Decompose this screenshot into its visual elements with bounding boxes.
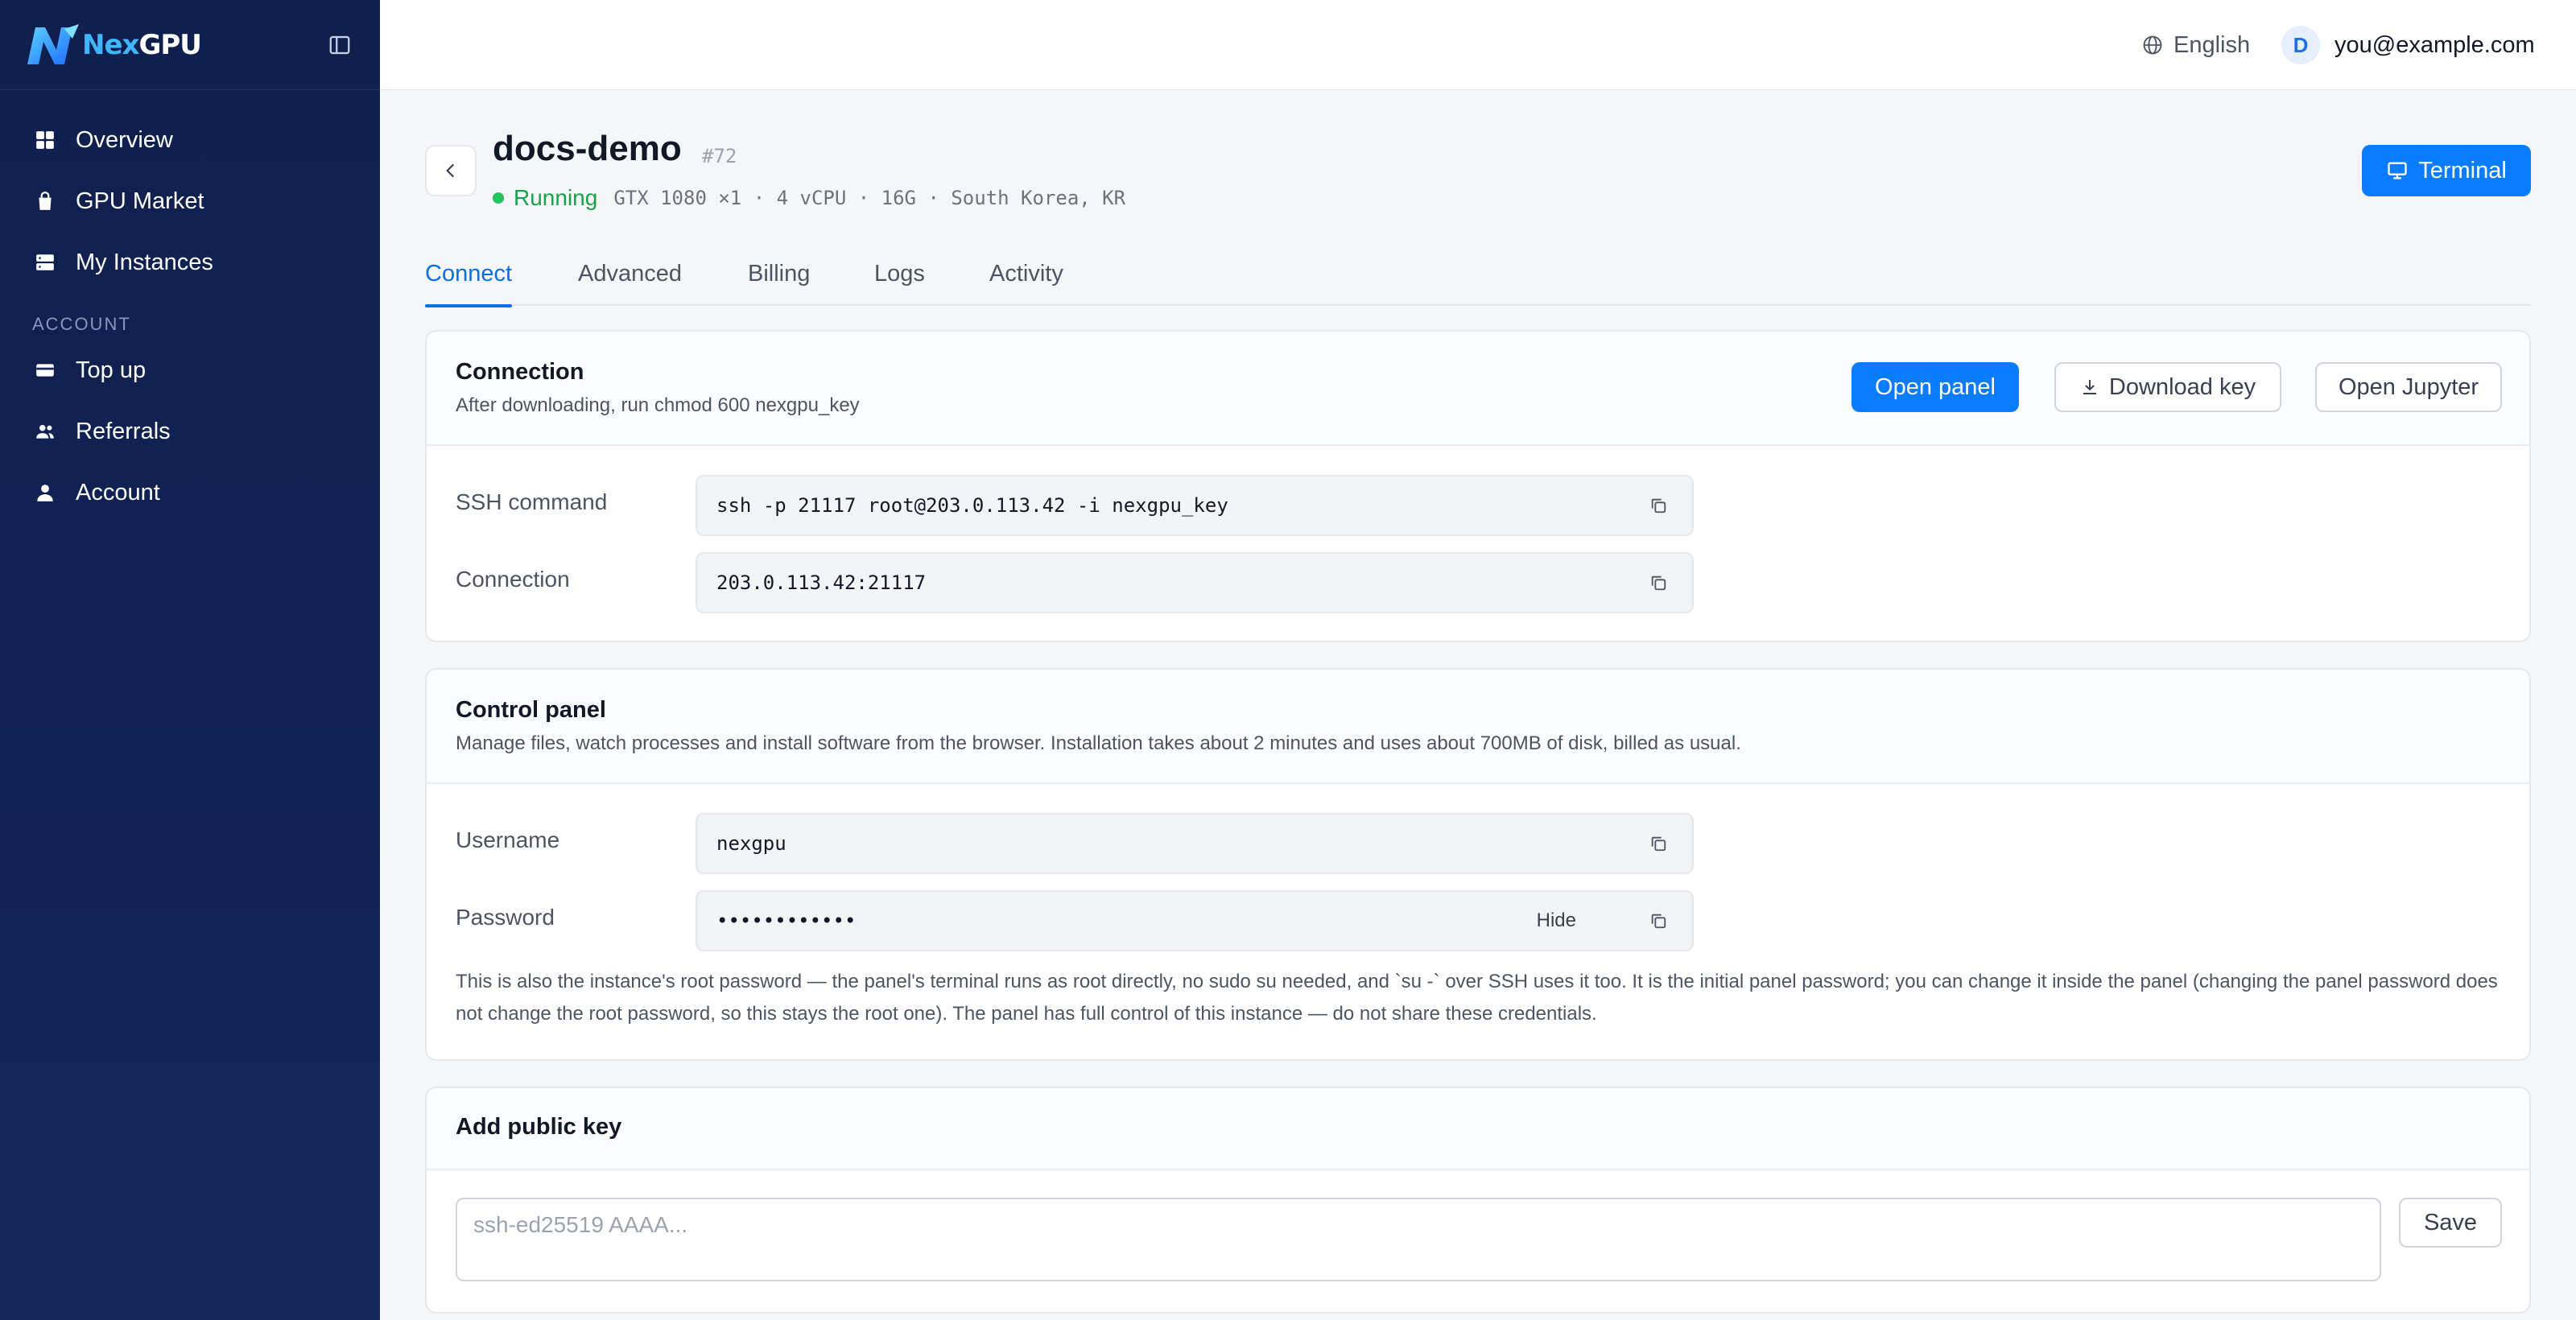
sidebar-item-overview[interactable]: Overview: [0, 109, 380, 171]
user-menu[interactable]: D you@example.com: [2281, 24, 2535, 66]
connection-label: Connection: [456, 567, 570, 592]
instance-id: #72: [702, 145, 737, 167]
globe-icon: [2143, 35, 2162, 55]
sidebar-nav: Overview GPU Market My Instances ACCOUNT…: [0, 90, 380, 523]
tab-logs[interactable]: Logs: [874, 261, 925, 306]
connection-subtitle: After downloading, run chmod 600 nexgpu_…: [456, 394, 860, 416]
terminal-button[interactable]: Terminal: [2362, 145, 2531, 196]
username-field[interactable]: nexgpu: [696, 813, 1694, 874]
copy-icon: [1651, 914, 1666, 929]
ssh-command-label: SSH command: [456, 489, 608, 514]
download-key-button[interactable]: Download key: [2054, 362, 2281, 412]
logo-icon: [27, 23, 79, 64]
password-note: This is also the instance's root passwor…: [456, 971, 2498, 1025]
connection-card: Connection After downloading, run chmod …: [425, 330, 2531, 642]
sidebar-item-label: Top up: [76, 357, 147, 383]
user-icon: [32, 480, 58, 505]
control-panel-title: Control panel: [456, 697, 606, 723]
copy-ssh-button[interactable]: [1644, 491, 1673, 520]
connection-value: 203.0.113.42:21117: [716, 571, 927, 594]
copy-icon: [1651, 498, 1666, 514]
tab-bar: Connect Advanced Billing Logs Activity: [425, 241, 2531, 307]
ssh-command-field[interactable]: ssh -p 21117 root@203.0.113.42 -i nexgpu…: [696, 475, 1694, 536]
brand-wordmark: NexGPU: [82, 28, 202, 61]
copy-username-button[interactable]: [1644, 829, 1673, 858]
chevron-left-icon: [446, 163, 455, 178]
avatar: D: [2281, 26, 2320, 64]
instance-status-row: Running GTX 1080 ×1 · 4 vCPU · 16G · Sou…: [493, 182, 1125, 214]
page-title: docs-demo: [493, 129, 682, 168]
control-panel-card: Control panel Manage files, watch proces…: [425, 668, 2531, 1061]
connection-title: Connection: [456, 359, 584, 385]
server-icon: [32, 250, 58, 275]
monitor-icon: [2388, 162, 2407, 179]
terminal-button-label: Terminal: [2418, 157, 2507, 184]
sidebar-item-referrals[interactable]: Referrals: [0, 401, 380, 462]
sidebar-item-top-up[interactable]: Top up: [0, 340, 380, 401]
sidebar-item-label: Account: [76, 479, 160, 505]
password-value: ••••••••••••: [716, 910, 857, 932]
tab-activity[interactable]: Activity: [989, 261, 1063, 306]
save-key-button[interactable]: Save: [2399, 1198, 2502, 1248]
brand: NexGPU: [0, 0, 380, 90]
tab-billing[interactable]: Billing: [748, 261, 810, 306]
copy-icon: [1651, 575, 1666, 591]
public-key-card: Add public key Save: [425, 1087, 2531, 1314]
sidebar-item-label: My Instances: [76, 249, 213, 275]
control-panel-subtitle: Manage files, watch processes and instal…: [456, 732, 1741, 754]
sidebar-item-label: Referrals: [76, 418, 171, 444]
tab-advanced[interactable]: Advanced: [578, 261, 682, 306]
copy-password-button[interactable]: [1644, 906, 1673, 935]
card-icon: [32, 357, 58, 383]
ssh-command-value: ssh -p 21117 root@203.0.113.42 -i nexgpu…: [716, 494, 1228, 517]
open-panel-button[interactable]: Open panel: [1852, 362, 2019, 412]
back-button[interactable]: [425, 145, 477, 196]
sidebar-item-label: GPU Market: [76, 188, 204, 214]
sidebar: NexGPU Overview GPU Market My Instances …: [0, 0, 380, 1320]
connection-card-header: Connection After downloading, run chmod …: [427, 332, 2529, 446]
control-panel-header: Control panel Manage files, watch proces…: [427, 670, 2529, 784]
sidebar-item-label: Overview: [76, 126, 173, 153]
download-icon: [2083, 380, 2096, 394]
download-key-label: Download key: [2108, 373, 2256, 400]
username-label: Username: [456, 827, 560, 852]
password-field[interactable]: •••••••••••• Hide: [696, 890, 1694, 951]
language-label: English: [2174, 31, 2251, 58]
sidebar-item-gpu-market[interactable]: GPU Market: [0, 171, 380, 232]
instance-specs: GTX 1080 ×1 · 4 vCPU · 16G · South Korea…: [613, 187, 1126, 209]
tab-connect[interactable]: Connect: [425, 261, 513, 307]
hide-password-button[interactable]: Hide: [1537, 892, 1576, 950]
connection-field[interactable]: 203.0.113.42:21117: [696, 552, 1694, 613]
sidebar-item-account[interactable]: Account: [0, 462, 380, 523]
bag-icon: [32, 188, 58, 214]
sidebar-section-account: ACCOUNT: [32, 314, 131, 334]
sidebar-collapse-button[interactable]: [325, 31, 354, 60]
copy-icon: [1651, 836, 1666, 852]
username-value: nexgpu: [716, 832, 786, 855]
language-selector[interactable]: English: [2141, 29, 2250, 61]
public-key-title: Add public key: [456, 1114, 622, 1140]
copy-connection-button[interactable]: [1644, 568, 1673, 597]
users-icon: [32, 419, 58, 444]
status-dot: [493, 192, 504, 204]
grid-icon: [32, 127, 58, 153]
sidebar-toggle-icon: [329, 35, 350, 55]
public-key-input[interactable]: [456, 1198, 2381, 1281]
user-email: you@example.com: [2334, 31, 2535, 58]
sidebar-item-my-instances[interactable]: My Instances: [0, 232, 380, 293]
open-jupyter-button[interactable]: Open Jupyter: [2315, 362, 2502, 412]
status-badge: Running: [514, 185, 598, 210]
password-label: Password: [456, 905, 555, 930]
public-key-header: Add public key: [427, 1088, 2529, 1170]
